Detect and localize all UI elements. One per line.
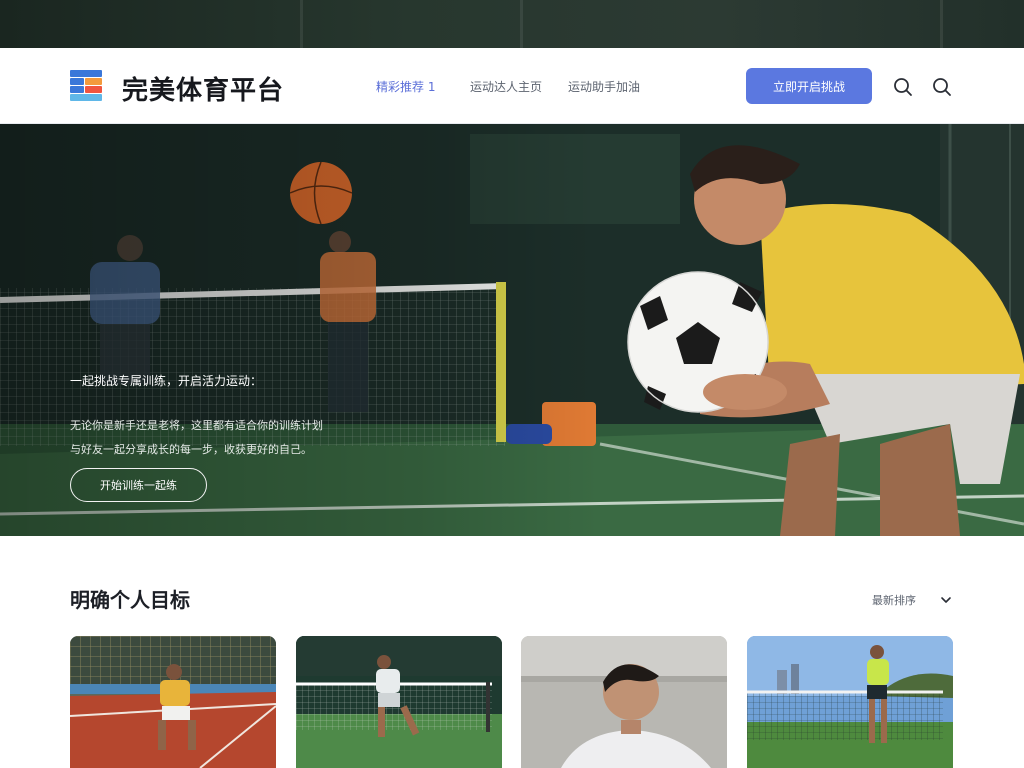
- card-tennis-net-player[interactable]: [296, 636, 502, 768]
- top-navigation: 完美体育平台 精彩推荐 1 运动达人主页 运动助手加油 立即开启挑战: [0, 48, 1024, 124]
- nav-link-assistant[interactable]: 运动助手加油: [568, 78, 640, 95]
- nav-link-recommend[interactable]: 精彩推荐 1: [376, 78, 435, 95]
- hero-banner: 一起挑战专属训练，开启活力运动： 无论你是新手还是老将，这里都有适合你的训练计划…: [0, 124, 1024, 536]
- hero-description: 无论你是新手还是老将，这里都有适合你的训练计划 与好友一起分享成长的每一步，收获…: [70, 414, 400, 462]
- card-image: [296, 636, 502, 768]
- background-bar: [940, 0, 943, 48]
- start-challenge-button[interactable]: 立即开启挑战: [746, 68, 872, 104]
- card-clay-court-player[interactable]: [70, 636, 276, 768]
- nav-link-athletes[interactable]: 运动达人主页: [470, 78, 542, 95]
- hero-description-line: 与好友一起分享成长的每一步，收获更好的自己。: [70, 443, 312, 456]
- background-bar: [300, 0, 303, 48]
- brand-name[interactable]: 完美体育平台: [122, 70, 284, 107]
- hero-image-top-edge: [0, 0, 1024, 48]
- card-outdoor-tennis-player[interactable]: [747, 636, 953, 768]
- card-portrait-athlete[interactable]: [521, 636, 727, 768]
- sort-dropdown[interactable]: 最新排序: [872, 592, 916, 608]
- card-image: [521, 636, 727, 768]
- section-title: 明确个人目标: [70, 588, 190, 612]
- search-icon[interactable]: [932, 77, 952, 97]
- hero-headline: 一起挑战专属训练，开启活力运动：: [70, 374, 263, 388]
- logo-icon[interactable]: [70, 70, 102, 101]
- start-training-button[interactable]: 开始训练一起练: [70, 468, 207, 502]
- hero-description-line: 无论你是新手还是老将，这里都有适合你的训练计划: [70, 419, 323, 432]
- card-image: [747, 636, 953, 768]
- background-bar: [520, 0, 523, 48]
- card-image: [70, 636, 276, 768]
- search-icon[interactable]: [893, 77, 913, 97]
- chevron-down-icon[interactable]: [940, 594, 952, 606]
